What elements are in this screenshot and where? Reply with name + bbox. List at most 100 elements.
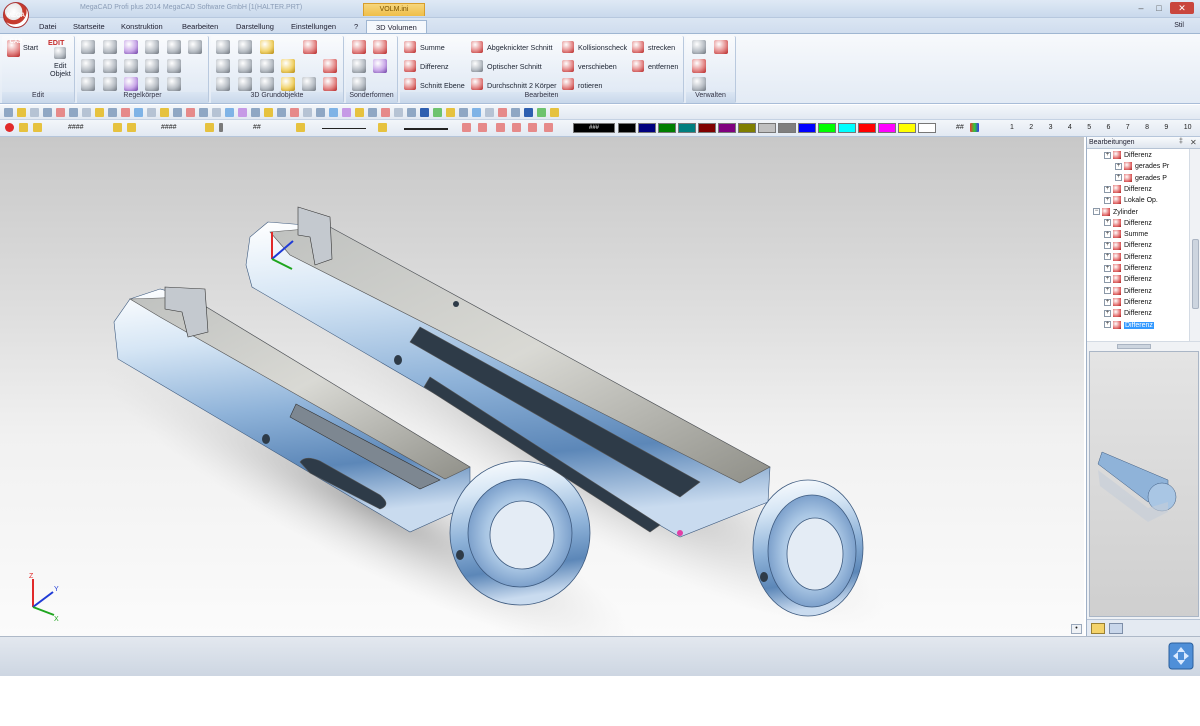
tree-scrollbar[interactable] (1189, 149, 1200, 341)
palette-color-swatch[interactable] (638, 123, 656, 133)
linetype-selector[interactable] (322, 128, 366, 129)
pen-number-button[interactable]: 1 (1010, 124, 1014, 131)
expand-toggle-icon[interactable]: + (1104, 242, 1111, 250)
toolbar-tool-icon[interactable] (56, 108, 65, 117)
maximize-button[interactable]: □ (1152, 2, 1166, 14)
toolbar-tool-icon[interactable] (173, 108, 182, 117)
toolbar-tool-icon[interactable] (147, 108, 156, 117)
tree-node[interactable]: + Differenz (1104, 252, 1152, 263)
expand-toggle-icon[interactable]: + (1104, 298, 1111, 306)
start-button[interactable]: Start (23, 43, 38, 52)
rotieren-button[interactable]: rotieren (578, 81, 602, 90)
cone-icon[interactable] (103, 40, 117, 54)
pen-number-button[interactable]: 5 (1087, 124, 1091, 131)
palette-color-swatch[interactable] (658, 123, 676, 133)
toolbar-tool-icon[interactable] (355, 108, 364, 117)
toolbar-tool-icon[interactable] (82, 108, 91, 117)
toolbar-tool-icon[interactable] (134, 108, 143, 117)
ball-icon[interactable] (145, 59, 159, 73)
tree-node[interactable]: + Lokale Op. (1104, 195, 1158, 206)
expand-toggle-icon[interactable]: + (1104, 264, 1111, 272)
tab-darstellung[interactable]: Darstellung (227, 20, 283, 34)
toolbar-tool-icon[interactable] (394, 108, 403, 117)
toolbar-tool-icon[interactable] (4, 108, 13, 117)
toolbar-tool-icon[interactable] (511, 108, 520, 117)
pin-icon[interactable]: ‡ (1179, 138, 1183, 145)
style-menu[interactable]: Stil (1174, 22, 1184, 29)
toolbar-tool-icon[interactable] (108, 108, 117, 117)
edit-object-button-line2[interactable]: Objekt (50, 69, 71, 78)
expand-toggle-icon[interactable]: + (1104, 151, 1111, 159)
toolbar-tool-icon[interactable] (550, 108, 559, 117)
toolbar-tool-icon[interactable] (264, 108, 273, 117)
toolbar-tool-icon[interactable] (17, 108, 26, 117)
layer-icon[interactable] (33, 123, 42, 132)
pen-number-button[interactable]: 7 (1126, 124, 1130, 131)
pen-icon[interactable] (219, 123, 223, 132)
palette-color-swatch[interactable] (678, 123, 696, 133)
minimize-button[interactable]: – (1134, 2, 1148, 14)
fillet-icon[interactable] (260, 40, 274, 54)
toolbar-tool-icon[interactable] (446, 108, 455, 117)
palette-color-swatch[interactable] (798, 123, 816, 133)
tree-node[interactable]: + Differenz (1104, 263, 1152, 274)
linetype-lock-icon[interactable] (296, 123, 305, 132)
tree-node[interactable]: − Zylinder (1093, 207, 1138, 218)
rib-icon[interactable] (238, 77, 252, 91)
panel-close-icon[interactable]: ✕ (1190, 138, 1197, 147)
pen-icon[interactable] (302, 77, 316, 91)
palette-color-swatch[interactable] (858, 123, 876, 133)
toolbar-tool-icon[interactable] (303, 108, 312, 117)
linewidth-lock-icon[interactable] (378, 123, 387, 132)
pen-number-button[interactable]: 3 (1049, 124, 1053, 131)
expand-toggle-icon[interactable]: + (1104, 185, 1111, 193)
tree-node[interactable]: + Summe (1104, 229, 1148, 240)
differenz-button[interactable]: Differenz (420, 62, 449, 71)
zoom-window-icon[interactable] (496, 123, 505, 132)
disc-icon[interactable] (167, 59, 181, 73)
palette-color-swatch[interactable] (618, 123, 636, 133)
group-field[interactable]: #### (161, 124, 177, 131)
navigation-cube-icon[interactable] (1166, 640, 1196, 672)
durchschnitt-button[interactable]: Durchschnitt 2 Körper (487, 81, 557, 90)
toolbar-tool-icon[interactable] (433, 108, 442, 117)
wedge-icon[interactable] (188, 40, 202, 54)
toolbar-tool-icon[interactable] (537, 108, 546, 117)
verschieben-button[interactable]: verschieben (578, 62, 617, 71)
tree-node[interactable]: + gerades Pr (1115, 161, 1169, 172)
spring-icon[interactable] (352, 40, 366, 54)
zoom-prev-icon[interactable] (528, 123, 537, 132)
expand-toggle-icon[interactable]: + (1115, 174, 1122, 182)
pen-number-button[interactable]: 9 (1164, 124, 1168, 131)
palette-color-swatch[interactable] (718, 123, 736, 133)
toolbar-tool-icon[interactable] (30, 108, 39, 117)
boolean-icon[interactable] (281, 59, 295, 73)
tools-icon[interactable] (692, 77, 706, 91)
app-logo[interactable]: MEGA CAD (3, 2, 29, 45)
expand-toggle-icon[interactable]: + (1104, 253, 1111, 261)
palette-color-swatch[interactable] (698, 123, 716, 133)
tab-einstellungen[interactable]: Einstellungen (282, 20, 345, 34)
zoom-in-icon[interactable] (462, 123, 471, 132)
transform-icon[interactable] (692, 59, 706, 73)
expand-toggle-icon[interactable]: + (1104, 230, 1111, 238)
scroll-thumb[interactable] (1192, 239, 1199, 309)
viewport-corner-button[interactable]: • (1071, 624, 1082, 634)
thread-icon[interactable] (260, 59, 274, 73)
group-icon[interactable] (127, 123, 136, 132)
expand-toggle-icon[interactable]: + (1104, 321, 1111, 329)
chamfer-icon[interactable] (238, 40, 252, 54)
torus-icon[interactable] (145, 77, 159, 91)
expand-toggle-icon[interactable]: − (1093, 208, 1100, 216)
panel-tab-1-icon[interactable] (1091, 623, 1105, 634)
palette-color-swatch[interactable] (818, 123, 836, 133)
toolbar-tool-icon[interactable] (95, 108, 104, 117)
strecken-button[interactable]: strecken (648, 43, 675, 52)
tree-node[interactable]: + Differenz (1104, 320, 1154, 331)
tab-help[interactable]: ? (345, 20, 367, 34)
groove-icon[interactable] (216, 77, 230, 91)
box-icon[interactable] (81, 40, 95, 54)
pattern-icon[interactable] (323, 59, 337, 73)
array-icon[interactable] (323, 77, 337, 91)
abgeknickter-schnitt-button[interactable]: Abgeknickter Schnitt (487, 43, 553, 52)
